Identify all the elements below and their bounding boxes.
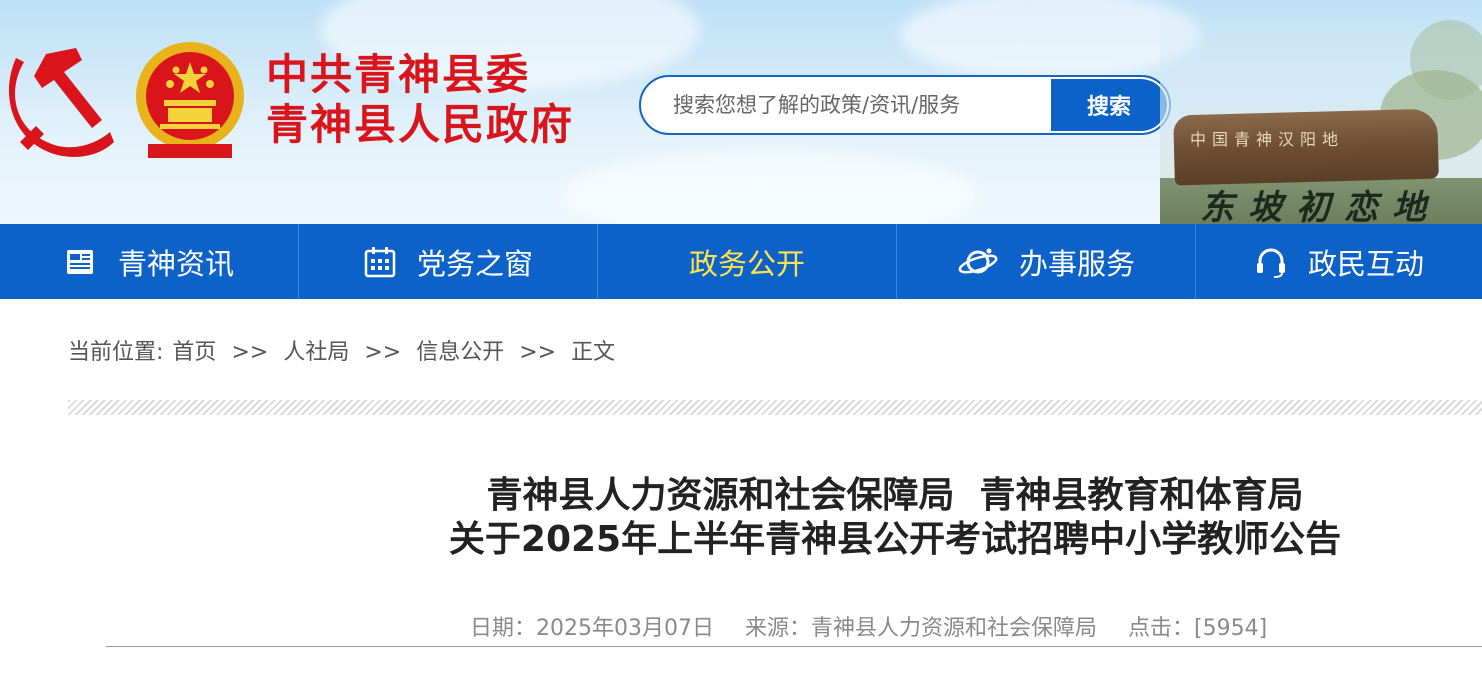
article-clicks: 点击：[5954] xyxy=(1128,616,1268,641)
breadcrumb-separator: >> xyxy=(519,340,557,365)
nav-item-government-affairs[interactable]: 政务公开 xyxy=(598,224,897,299)
calendar-icon xyxy=(364,246,396,277)
cloud-decoration xyxy=(900,0,1200,80)
divider-stripe xyxy=(68,400,1482,415)
party-emblem-icon xyxy=(8,48,114,157)
article-title-line2: 关于2025年上半年青神县公开考试招聘中小学教师公告 xyxy=(448,519,1342,560)
news-icon xyxy=(66,249,93,274)
scenery-caption: 东坡初恋地 xyxy=(1200,188,1440,224)
scenery-photo: 中国青神汉阳地 东坡初恋地 xyxy=(1160,0,1482,224)
article-title-line1: 青神县人力资源和社会保障局 青神县教育和体育局 xyxy=(486,475,1304,516)
nav-label: 政民互动 xyxy=(1307,246,1424,281)
site-title-line2: 青神县人民政府 xyxy=(266,100,575,149)
nav-item-news[interactable]: 青神资讯 xyxy=(0,224,299,299)
site-title-line1: 中共青神县委 xyxy=(266,50,531,99)
breadcrumb: 当前位置: 首页 >> 人社局 >> 信息公开 >> 正文 xyxy=(68,334,623,366)
article-meta: 日期：2025年03月07日 来源：青神县人力资源和社会保障局 点击：[5954… xyxy=(470,610,1291,642)
nav-label: 青神资讯 xyxy=(117,246,234,281)
national-emblem-icon xyxy=(136,42,244,158)
breadcrumb-item-info-disclosure[interactable]: 信息公开 xyxy=(416,340,504,365)
nav-item-party-affairs[interactable]: 党务之窗 xyxy=(299,224,598,299)
headset-icon xyxy=(1256,248,1285,278)
meta-divider xyxy=(106,646,1482,647)
search-box: 搜索 xyxy=(639,75,1171,135)
tree-decoration xyxy=(1410,20,1482,100)
breadcrumb-prefix: 当前位置: xyxy=(68,340,164,365)
nav-label: 政务公开 xyxy=(688,246,805,281)
header-banner: 中共青神县委 青神县人民政府 搜索 中国青神汉阳地 东坡初恋地 xyxy=(0,0,1482,224)
stone-inscription: 中国青神汉阳地 xyxy=(1190,130,1345,149)
nav-item-interaction[interactable]: 政民互动 xyxy=(1196,224,1482,299)
nav-label: 党务之窗 xyxy=(416,246,533,281)
breadcrumb-separator: >> xyxy=(231,340,269,365)
planet-icon xyxy=(958,248,998,273)
article-source: 来源：青神县人力资源和社会保障局 xyxy=(744,616,1097,641)
nav-label: 办事服务 xyxy=(1018,246,1135,281)
breadcrumb-item-hr-bureau[interactable]: 人社局 xyxy=(283,340,349,365)
search-button[interactable]: 搜索 xyxy=(1051,79,1167,131)
nav-item-services[interactable]: 办事服务 xyxy=(897,224,1196,299)
cloud-decoration xyxy=(560,150,980,224)
search-input[interactable] xyxy=(641,77,1053,133)
main-nav: 青神资讯 党务之窗 政务公开 办事服务 政民互动 xyxy=(0,224,1482,299)
breadcrumb-item-home[interactable]: 首页 xyxy=(172,340,216,365)
article-title: 青神县人力资源和社会保障局 青神县教育和体育局 关于2025年上半年青神县公开考… xyxy=(0,474,1482,562)
breadcrumb-item-body: 正文 xyxy=(571,340,616,365)
site-title[interactable]: 中共青神县委 青神县人民政府 xyxy=(266,50,574,150)
article-date: 日期：2025年03月07日 xyxy=(470,616,714,641)
breadcrumb-separator: >> xyxy=(364,340,402,365)
